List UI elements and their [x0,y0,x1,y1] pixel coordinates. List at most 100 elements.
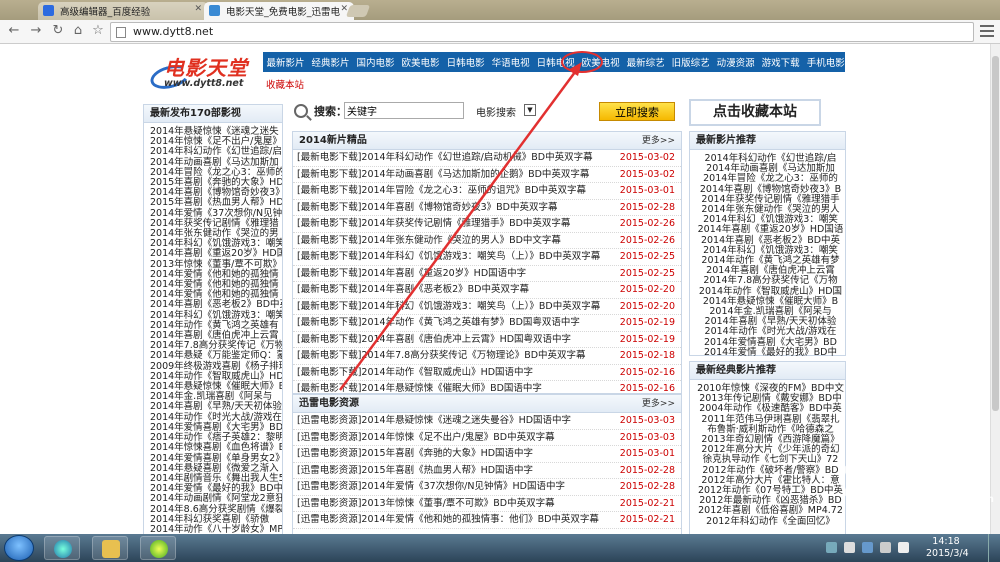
row-title[interactable]: [最新电影下载]2014年动画喜剧《马达加斯加的企鹅》BD中英双字幕 [297,167,589,184]
row-title[interactable]: [迅雷电影资源]2015年喜剧《奔驰的大象》HD国语中字 [297,446,533,463]
table-row[interactable]: [迅雷电影资源]2015年喜剧《奔驰的大象》HD国语中字 2015-03-01 [293,446,681,463]
bookmark-site-link[interactable]: 收藏本站 [266,80,304,91]
table-row[interactable]: [最新电影下载]2014年获奖传记剧情《雅理猎手》BD中英双字幕 2015-02-… [293,216,681,233]
taskbar-ie[interactable] [44,536,80,560]
table-row[interactable]: [最新电影下载]2014年喜剧《恶老板2》BD中英双字幕 2015-02-20 [293,282,681,299]
list-item[interactable]: 2014年动画剧情《阿堂龙2意狂 [150,494,282,504]
bookmark-site-button[interactable]: 点击收藏本站 [689,99,821,126]
tab-baidu-jingyan[interactable]: 高级编辑器_百度经验 ✕ [38,2,208,20]
row-title[interactable]: [迅雷电影资源]2014年惊悚《足不出户/鬼屋》BD中英双字幕 [297,430,555,447]
nav-item[interactable]: 旧版综艺 [668,55,713,69]
row-title[interactable]: [最新电影下载]2014年动作《智取威虎山》HD国语中字 [297,365,533,382]
nav-item[interactable]: 华语电视 [488,55,533,69]
search-input[interactable] [344,102,464,119]
nav-item[interactable]: 最新影片 [263,55,308,69]
row-date: 2015-02-20 [619,284,675,295]
classic-list: 2010年惊悚《深夜的FM》BD中文 2013年传记剧情《戴安娜》BD中 2004年… [690,380,845,527]
table-row[interactable]: [迅雷电影资源]2014年爱情《他和她的孤独情事：他们》BD中英双字幕 2015-… [293,512,681,529]
table-row[interactable]: [最新电影下载]2014年动作《黄飞鸿之英雄有梦》BD国粤双语中字 2015-02… [293,315,681,332]
shield-icon[interactable] [862,542,873,553]
row-title[interactable]: [最新电影下载]2014年喜剧《博物馆奇妙夜3》BD中英双字幕 [297,200,557,217]
system-clock[interactable]: 14:18 2015/3/4 [926,536,969,560]
table-row[interactable]: [迅雷电影资源]2014年惊悚《足不出户/鬼屋》BD中英双字幕 2015-03-0… [293,430,681,447]
nav-item[interactable]: 动漫资源 [713,55,758,69]
more-link[interactable]: 更多>> [642,132,675,150]
row-date: 2015-02-21 [619,497,675,509]
table-row[interactable]: [最新电影下载]2014年7.8高分获奖传记《万物理论》BD中英双字幕 2015-… [293,348,681,365]
star-bookmark-icon[interactable]: ☆ [90,23,106,39]
taskbar-browser[interactable] [140,536,176,560]
flag-icon[interactable] [844,542,855,553]
row-title[interactable]: [最新电影下载]2014年张东健动作《哭泣的男人》BD中文字幕 [297,233,561,250]
row-title[interactable]: [最新电影下载]2014年科幻动作《幻世追踪/启动机械》BD中英双字幕 [297,150,593,167]
row-title[interactable]: [最新电影下载]2014年获奖传记剧情《雅理猎手》BD中英双字幕 [297,216,570,233]
nav-item[interactable]: 日韩电影 [443,55,488,69]
table-row[interactable]: [最新电影下载]2014年科幻《饥饿游戏3：嘲笑鸟（上）》BD中英双字幕 2015… [293,299,681,316]
list-item[interactable]: 2014年惊悚喜剧《血色将谱》B [150,443,282,453]
row-title[interactable]: [迅雷电影资源]2014年悬疑惊悚《迷魂之迷失曼谷》HD国语中字 [297,413,571,430]
table-row[interactable]: [迅雷电影资源]2014年悬疑惊悚《迷魂之迷失曼谷》HD国语中字 2015-03-… [293,413,681,430]
row-title[interactable]: [最新电影下载]2014年动作《黄飞鸿之英雄有梦》BD国粤双语中字 [297,315,580,332]
tab-close-icon[interactable]: ✕ [194,4,202,14]
new-tab-button[interactable] [345,5,371,17]
home-icon[interactable]: ⌂ [70,23,86,39]
nav-item[interactable]: 欧美电视 [578,55,623,69]
scrollbar-thumb[interactable] [992,56,999,411]
table-row[interactable]: [迅雷电影资源]2015年喜剧《热血男人帮》HD国语中字 2015-02-28 [293,463,681,480]
forward-arrow-icon[interactable]: → [28,23,44,39]
row-date: 2015-02-26 [619,234,675,246]
site-logo[interactable]: 电影天堂 www.dytt8.net [147,52,258,93]
row-title[interactable]: [最新电影下载]2014年7.8高分获奖传记《万物理论》BD中英双字幕 [297,348,586,365]
table-row[interactable]: [最新电影下载]2014年喜剧《重返20岁》HD国语中字 2015-02-25 [293,266,681,283]
row-title[interactable]: [迅雷电影资源]2014年爱情《37次想你/N见钟情》HD国语中字 [297,479,565,496]
back-arrow-icon[interactable]: ← [6,23,22,39]
nav-item[interactable]: 手机电影 [803,55,848,69]
nav-item[interactable]: 经典影片 [308,55,353,69]
table-row[interactable]: [最新电影下载]2014年喜剧《博物馆奇妙夜3》BD中英双字幕 2015-02-2… [293,200,681,217]
tab-dytt8[interactable]: 电影天堂_免费电影_迅雷电 ✕ [204,2,354,20]
table-row[interactable]: [最新电影下载]2014年冒险《龙之心3：巫师的诅咒》BD中英双字幕 2015-0… [293,183,681,200]
table-row[interactable]: [迅雷电影资源]2014年爱情《37次想你/N见钟情》HD国语中字 2015-02… [293,479,681,496]
more-link[interactable]: 更多>> [642,395,675,413]
table-row[interactable]: [最新电影下载]2014年动作《智取威虎山》HD国语中字 2015-02-16 [293,365,681,382]
row-title[interactable]: [迅雷电影资源]2014年爱情《他和她的孤独情事：他们》BD中英双字幕 [297,512,599,529]
table-row[interactable]: [最新电影下载]2014年科幻动作《幻世追踪/启动机械》BD中英双字幕 2015-… [293,150,681,167]
address-bar[interactable]: www.dytt8.net [110,22,974,42]
search-bar: 搜索： 电影搜索 ▼ 立即搜索 [292,101,677,125]
table-row[interactable]: [最新电影下载]2014年喜剧《唐伯虎冲上云霄》HD国粤双语中字 2015-02-… [293,332,681,349]
search-category-select[interactable]: 电影搜索 [476,104,516,119]
tray-icon[interactable] [826,542,837,553]
taskbar-explorer[interactable] [92,536,128,560]
row-title[interactable]: [最新电影下载]2014年喜剧《重返20岁》HD国语中字 [297,266,526,283]
row-title[interactable]: [迅雷电影资源]2015年喜剧《热血男人帮》HD国语中字 [297,463,533,480]
table-row[interactable]: [迅雷电影资源]2013年惊悚《董事/覃不可欺》BD中英双字幕 2015-02-2… [293,496,681,513]
search-button[interactable]: 立即搜索 [599,102,675,121]
network-icon[interactable] [880,542,891,553]
start-button[interactable] [4,535,34,561]
row-title[interactable]: [最新电影下载]2014年喜剧《唐伯虎冲上云霄》HD国粤双语中字 [297,332,571,349]
menu-hamburger-icon[interactable] [980,25,994,37]
nav-item[interactable]: 国内电影 [353,55,398,69]
nav-item[interactable]: 游戏下载 [758,55,803,69]
table-row[interactable]: [最新电影下载]2014年张东健动作《哭泣的男人》BD中文字幕 2015-02-2… [293,233,681,250]
row-title[interactable]: [最新电影下载]2014年冒险《龙之心3：巫师的诅咒》BD中英双字幕 [297,183,586,200]
table-row[interactable]: [最新电影下载]2014年动画喜剧《马达加斯加的企鹅》BD中英双字幕 2015-0… [293,167,681,184]
chevron-down-icon[interactable]: ▼ [524,104,536,116]
table-row[interactable]: [最新电影下载]2014年科幻《饥饿游戏3：嘲笑鸟（上）》BD中英双字幕 2015… [293,249,681,266]
nav-item[interactable]: 日韩电视 [533,55,578,69]
nav-item[interactable]: 欧美电影 [398,55,443,69]
list-item[interactable]: 2014年爱情《最好的我》BD中 [696,347,845,358]
volume-icon[interactable] [898,542,909,553]
row-title[interactable]: [迅雷电影资源]2013年惊悚《董事/覃不可欺》BD中英双字幕 [297,496,555,513]
baidu-jingyan-watermark: Bai经验 jingyan.baidu.com [840,444,1000,534]
row-date: 2015-02-19 [619,317,675,328]
nav-item[interactable]: 最新综艺 [623,55,668,69]
list-item[interactable]: 2014年动作《八十岁龄女》MP [150,524,282,534]
show-desktop-button[interactable] [988,534,1000,562]
row-date: 2015-02-19 [619,333,675,345]
list-item[interactable]: 2012年科幻动作《全面回忆》 [696,516,845,527]
row-title[interactable]: [最新电影下载]2014年科幻《饥饿游戏3：嘲笑鸟（上）》BD中英双字幕 [297,249,600,266]
reload-icon[interactable]: ↻ [50,23,66,39]
row-title[interactable]: [最新电影下载]2014年喜剧《恶老板2》BD中英双字幕 [297,282,529,299]
row-title[interactable]: [最新电影下载]2014年科幻《饥饿游戏3：嘲笑鸟（上）》BD中英双字幕 [297,299,600,316]
